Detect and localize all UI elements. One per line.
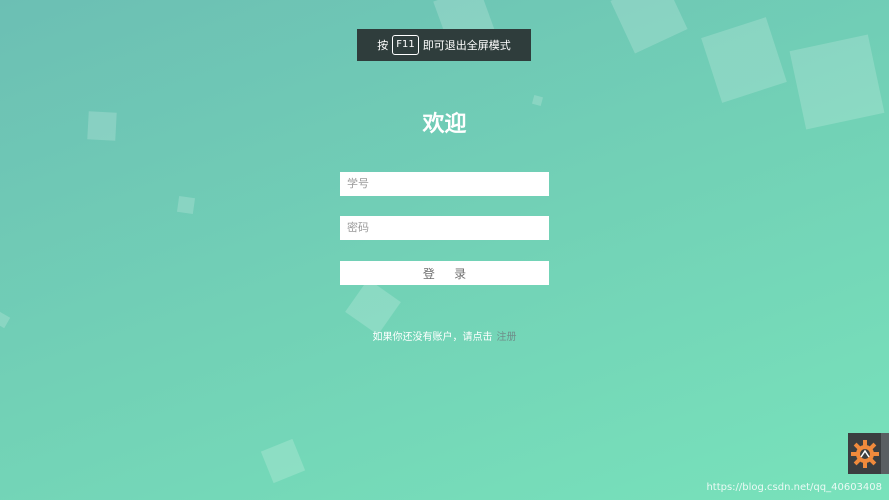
fullscreen-banner-prefix: 按	[377, 39, 389, 52]
login-button[interactable]: 登 录	[340, 261, 549, 285]
page-title: 欢迎	[422, 112, 467, 137]
password-input[interactable]	[340, 216, 549, 240]
decorative-square	[701, 17, 787, 103]
decorative-square	[345, 279, 401, 335]
decorative-square	[260, 438, 306, 484]
register-prompt-line: 如果你还没有账户，请点击 注册	[0, 328, 889, 343]
widget-drag-handle[interactable]	[881, 433, 889, 474]
decorative-square	[531, 94, 544, 107]
fullscreen-banner-suffix: 即可退出全屏模式	[422, 39, 511, 52]
decorative-square	[176, 195, 196, 215]
f11-key-badge: F11	[392, 35, 419, 55]
register-link[interactable]: 注册	[497, 332, 517, 343]
decorative-square	[610, 0, 688, 54]
decorative-square	[0, 311, 11, 329]
login-page: 按 F11 即可退出全屏模式 欢迎 登 录 如果你还没有账户，请点击注册	[0, 0, 889, 500]
register-prompt: 如果你还没有账户，请点击	[372, 332, 493, 343]
fullscreen-banner: 按 F11 即可退出全屏模式	[357, 29, 531, 61]
student-id-input[interactable]	[340, 172, 549, 196]
gear-icon	[851, 439, 879, 468]
floating-widget[interactable]	[848, 433, 889, 474]
watermark: https://blog.csdn.net/qq_40603408	[706, 482, 882, 493]
